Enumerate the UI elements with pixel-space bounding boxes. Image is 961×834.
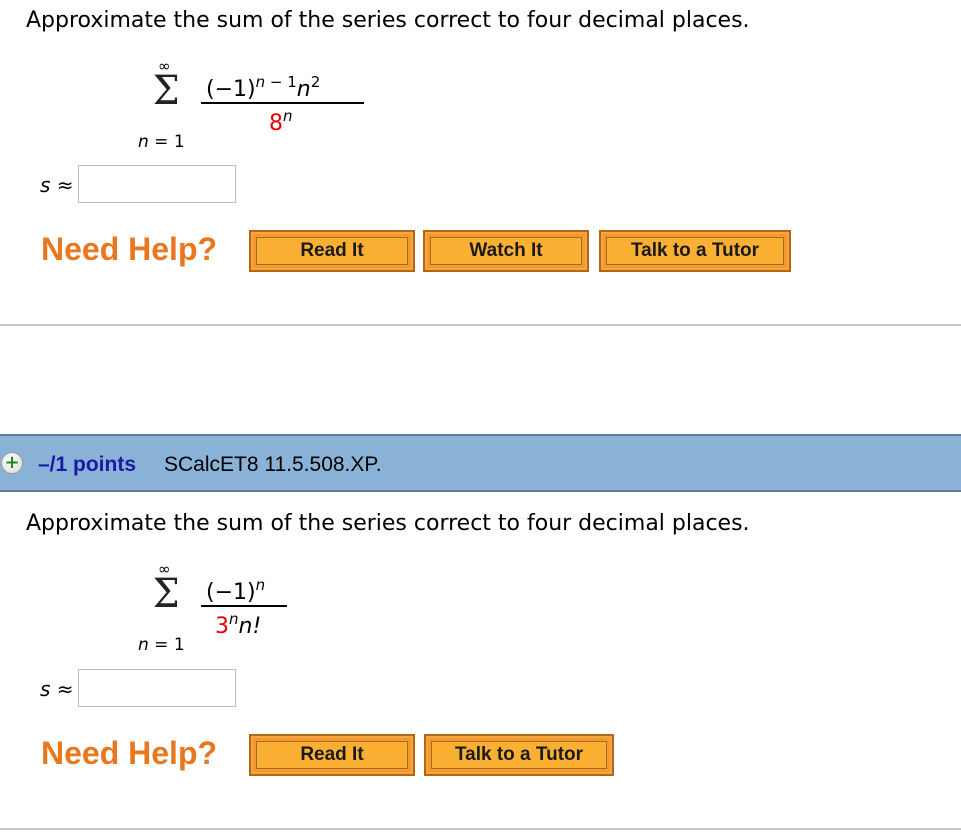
points-label: –/1 points — [38, 453, 137, 476]
fraction-numerator: (−1)n − 1n2 — [206, 73, 321, 103]
sigma-symbol: Σ — [152, 571, 180, 617]
fraction-denominator: 3nn! — [215, 610, 262, 640]
answer-label: s ≈ — [40, 677, 74, 701]
watch-it-button[interactable]: Watch It — [423, 230, 589, 272]
plus-icon[interactable]: + — [1, 452, 23, 474]
series-expression: ∞ Σ n = 1 (−1)n − 1n2 8n — [130, 55, 390, 155]
read-it-button[interactable]: Read It — [249, 734, 415, 776]
answer-label: s ≈ — [40, 173, 74, 197]
answer-input[interactable] — [78, 165, 236, 203]
fraction-bar — [201, 102, 364, 104]
divider — [0, 324, 961, 326]
talk-to-tutor-button[interactable]: Talk to a Tutor — [424, 734, 614, 776]
talk-to-tutor-label: Talk to a Tutor — [431, 741, 607, 769]
talk-to-tutor-button[interactable]: Talk to a Tutor — [599, 230, 791, 272]
question-prompt: Approximate the sum of the series correc… — [26, 511, 750, 536]
sigma-lower-limit: n = 1 — [138, 635, 185, 655]
read-it-label: Read It — [256, 741, 408, 769]
question-id: SCalcET8 11.5.508.XP. — [164, 453, 382, 476]
read-it-label: Read It — [256, 237, 408, 265]
sigma-lower-limit: n = 1 — [138, 132, 185, 152]
sigma-symbol: Σ — [152, 68, 180, 114]
question-header: + –/1 points SCalcET8 11.5.508.XP. — [0, 434, 961, 492]
read-it-button[interactable]: Read It — [249, 230, 415, 272]
question-prompt: Approximate the sum of the series correc… — [26, 8, 750, 33]
divider — [0, 828, 961, 830]
need-help-label: Need Help? — [41, 231, 218, 267]
answer-input[interactable] — [78, 669, 236, 707]
series-expression: ∞ Σ n = 1 (−1)n 3nn! — [130, 558, 330, 658]
fraction-numerator: (−1)n — [206, 576, 266, 606]
watch-it-label: Watch It — [430, 237, 582, 265]
fraction-bar — [201, 605, 287, 607]
need-help-label: Need Help? — [41, 735, 218, 771]
fraction-denominator: 8n — [269, 107, 293, 137]
talk-to-tutor-label: Talk to a Tutor — [606, 237, 784, 265]
